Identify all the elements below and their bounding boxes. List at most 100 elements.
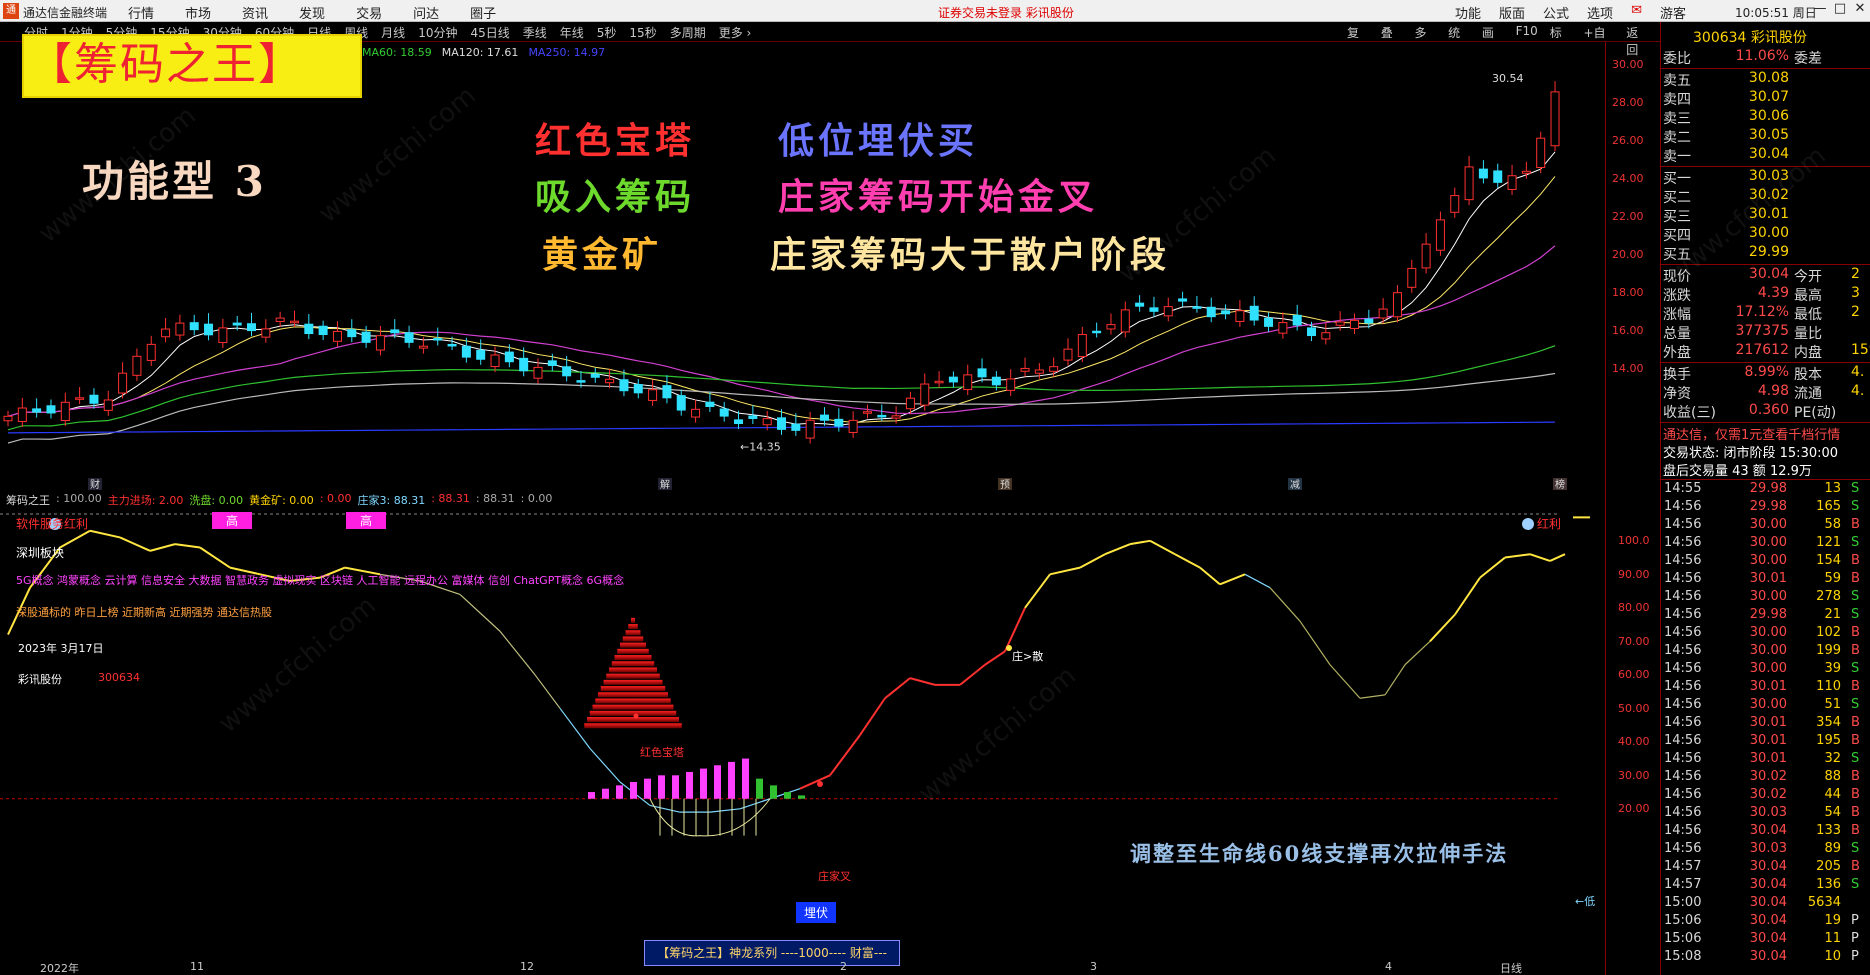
indicator-axis: 100.0 90.00 80.00 70.00 60.00 50.00 40.00 30.00… bbox=[1605, 490, 1660, 975]
indicator-tick-label: 50.00 bbox=[1618, 701, 1650, 715]
period-tab[interactable]: 45日线 bbox=[470, 24, 509, 41]
candle-body bbox=[1192, 306, 1202, 309]
tick-price: 30.00 bbox=[1749, 697, 1787, 712]
bid-level-label: 买三 bbox=[1663, 209, 1691, 225]
tick-time: 15:06 bbox=[1664, 931, 1702, 946]
price-tick-label: 20.00 bbox=[1612, 248, 1644, 261]
period-tab[interactable]: 5秒 bbox=[597, 24, 617, 41]
red-tower-layer bbox=[625, 630, 641, 636]
candle-body bbox=[1493, 170, 1503, 183]
mail-icon[interactable]: ✉ bbox=[1631, 3, 1642, 22]
quote-stat-label2: 最高 bbox=[1794, 288, 1822, 304]
candle-body bbox=[1178, 298, 1188, 302]
tick-side: S bbox=[1851, 481, 1860, 496]
period-tab[interactable]: 季线 bbox=[523, 24, 547, 41]
quote-weibi-value: 11.06% bbox=[1735, 48, 1789, 64]
candle-body bbox=[762, 418, 772, 426]
red-tower-layer bbox=[595, 698, 671, 704]
tick-row: 14:56 30.01 110 B bbox=[1661, 679, 1870, 697]
tick-side: S bbox=[1851, 841, 1860, 856]
period-tab[interactable]: 10分钟 bbox=[418, 24, 457, 41]
tick-volume: 5634 bbox=[1807, 895, 1841, 910]
quote-separator bbox=[1661, 422, 1870, 423]
date-marker[interactable]: 解 bbox=[660, 478, 670, 490]
tick-time: 14:56 bbox=[1664, 679, 1702, 694]
quote-fin: 净资 4.98 流通 4. bbox=[1661, 383, 1870, 402]
indicator-tick-label: 90.00 bbox=[1618, 567, 1650, 581]
minimize-button[interactable]: — bbox=[1810, 1, 1830, 16]
date-marker[interactable]: 榜 bbox=[1555, 478, 1565, 490]
stock-code-name[interactable]: 300634 彩讯股份 bbox=[1693, 27, 1807, 47]
ask-level: 卖一 30.04 bbox=[1661, 146, 1870, 165]
signal-list: 深股通标的 昨日上榜 近期新高 近期强势 通达信热股 bbox=[16, 606, 272, 619]
menu-guest[interactable]: 游客 bbox=[1660, 3, 1686, 22]
candle-body bbox=[275, 317, 285, 322]
menu-quotes[interactable]: 行情 bbox=[128, 3, 154, 22]
candle-body bbox=[1550, 91, 1560, 147]
menu-discover[interactable]: 发现 bbox=[299, 3, 325, 22]
tick-row: 14:56 30.01 354 B bbox=[1661, 715, 1870, 733]
menu-formula[interactable]: 公式 bbox=[1543, 3, 1569, 22]
tdx-window: 通 通达信金融终端 行情 市场 资讯 发现 交易 问达 圈子 证券交易未登录 彩… bbox=[0, 0, 1870, 975]
tick-row: 15:06 30.04 11 P bbox=[1661, 931, 1870, 949]
tick-volume: 11 bbox=[1824, 931, 1841, 946]
period-tab[interactable]: 15秒 bbox=[629, 24, 656, 41]
tick-row: 14:56 30.00 51 S bbox=[1661, 697, 1870, 715]
maximize-button[interactable]: □ bbox=[1830, 1, 1850, 16]
ask-level-label: 卖一 bbox=[1663, 149, 1691, 165]
candle-body bbox=[3, 415, 13, 422]
tick-row: 14:56 29.98 165 S bbox=[1661, 499, 1870, 517]
candle-body bbox=[490, 354, 500, 368]
close-button[interactable]: ✕ bbox=[1850, 1, 1870, 16]
chip-volume-bar bbox=[616, 785, 623, 799]
tick-volume: 133 bbox=[1816, 823, 1841, 838]
stock-code: 300634 bbox=[98, 671, 140, 684]
candle-body bbox=[1292, 314, 1302, 326]
date-marker[interactable]: 财 bbox=[90, 478, 100, 490]
quote-separator bbox=[1661, 166, 1870, 167]
ask-level-label: 卖二 bbox=[1663, 130, 1691, 146]
menu-function[interactable]: 功能 bbox=[1455, 3, 1481, 22]
red-tower-layer bbox=[603, 679, 663, 685]
quote-fin-label2: 股本 bbox=[1794, 367, 1822, 383]
login-notice[interactable]: 证券交易未登录 彩讯股份 bbox=[938, 4, 1074, 21]
period-tab[interactable]: 多周期 bbox=[670, 24, 706, 41]
candle-body bbox=[1235, 310, 1245, 322]
period-tab[interactable]: 月线 bbox=[381, 24, 405, 41]
tag-red-left: 红利 bbox=[64, 517, 89, 531]
menu-news[interactable]: 资讯 bbox=[242, 3, 268, 22]
candle-body bbox=[476, 349, 486, 360]
period-tab[interactable]: 更多 › bbox=[719, 24, 752, 41]
candle-body bbox=[748, 415, 758, 419]
candle-body bbox=[576, 380, 586, 383]
quote-stat: 涨跌 4.39 最高 3 bbox=[1661, 285, 1870, 304]
date-marker[interactable]: 预 bbox=[1000, 479, 1010, 490]
quote-fin: 换手 8.99% 股本 4. bbox=[1661, 364, 1870, 383]
candle-body bbox=[247, 323, 257, 332]
strategy-caption: 调整至生命线60线支撑再次拉伸手法 bbox=[1130, 841, 1509, 866]
menu-trade[interactable]: 交易 bbox=[356, 3, 382, 22]
menu-ask[interactable]: 问达 bbox=[413, 3, 439, 22]
tick-row: 14:56 30.04 133 B bbox=[1661, 823, 1870, 841]
menu-market[interactable]: 市场 bbox=[185, 3, 211, 22]
indicator-header-item: 主力进场: 2.00 bbox=[107, 494, 184, 507]
period-tab[interactable]: 年线 bbox=[560, 24, 584, 41]
red-tower-layer bbox=[584, 723, 682, 729]
candle-body bbox=[204, 323, 214, 336]
quote-stat: 总量 377375 量比 bbox=[1661, 323, 1870, 342]
tick-time: 14:56 bbox=[1664, 553, 1702, 568]
bid-level-label: 买五 bbox=[1663, 247, 1691, 263]
chip-volume-bar bbox=[602, 788, 609, 799]
tick-side: S bbox=[1851, 877, 1860, 892]
tick-row: 15:00 30.04 5634 bbox=[1661, 895, 1870, 913]
red-tower-layer bbox=[617, 648, 649, 654]
high-price-label: 30.54 bbox=[1492, 72, 1524, 85]
menu-circle[interactable]: 圈子 bbox=[470, 3, 496, 22]
menu-layout[interactable]: 版面 bbox=[1499, 3, 1525, 22]
tick-side: B bbox=[1851, 733, 1860, 748]
label-red-tower: 红色宝塔 bbox=[640, 746, 684, 759]
quote-stat-label2: 今开 bbox=[1794, 269, 1822, 285]
menu-options[interactable]: 选项 bbox=[1587, 3, 1613, 22]
date-marker[interactable]: 减 bbox=[1290, 479, 1300, 490]
tick-price: 29.98 bbox=[1749, 481, 1787, 496]
